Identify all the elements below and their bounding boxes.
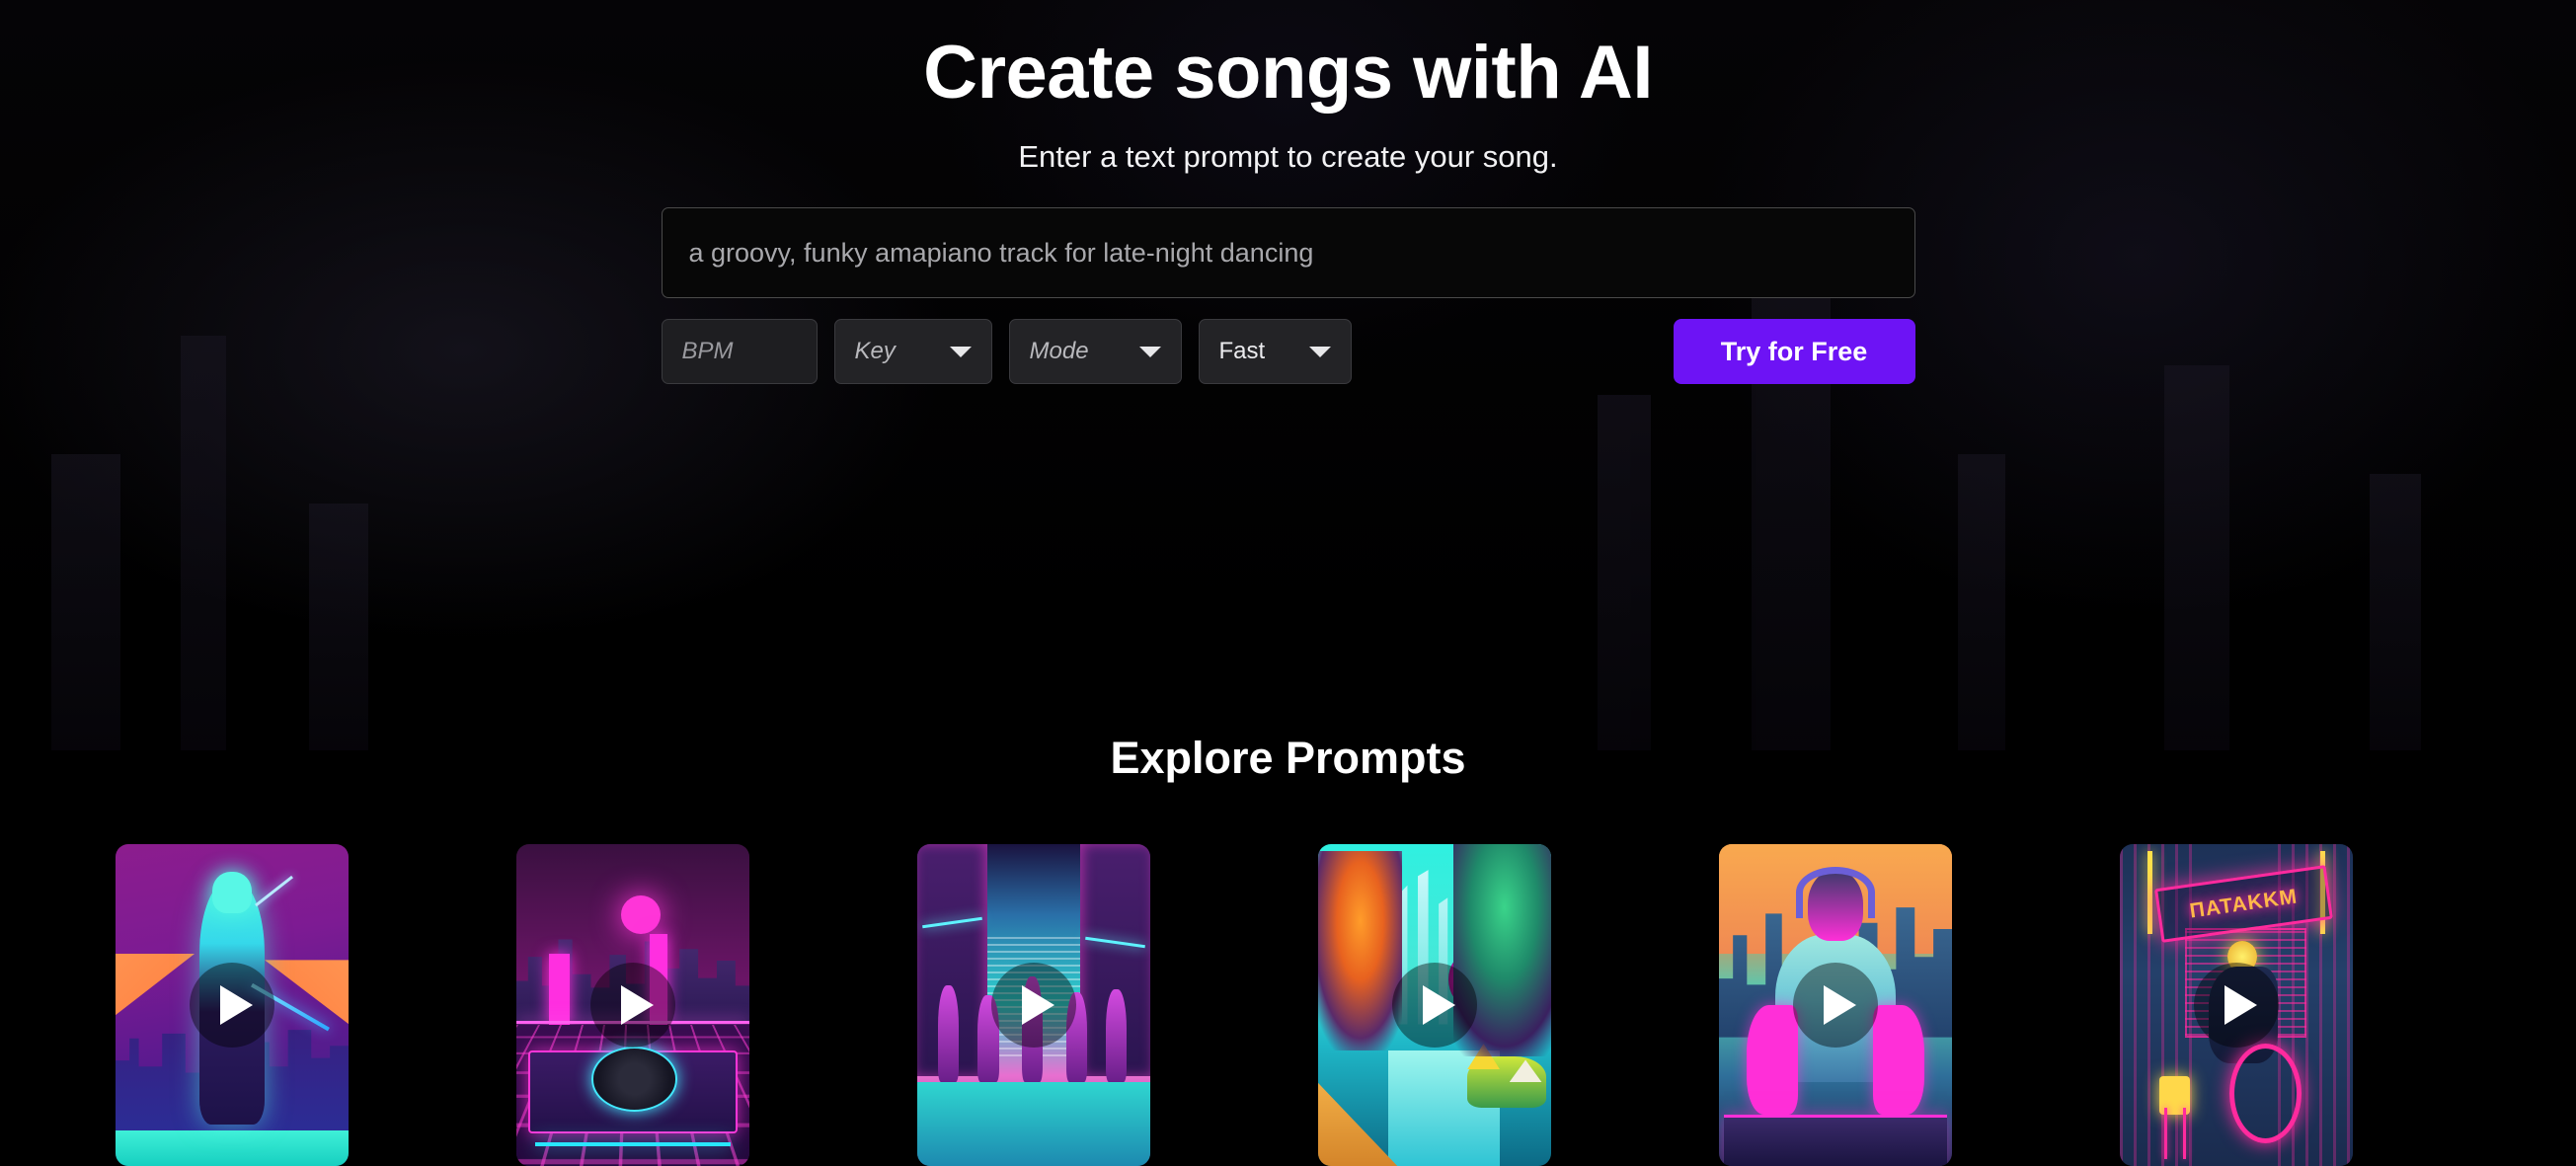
explore-prompts-title: Explore Prompts <box>1110 733 1466 783</box>
chevron-down-icon <box>949 346 972 357</box>
prompt-form: Key Mode Fast Try for Free <box>661 207 1915 384</box>
card-artwork <box>116 844 349 1166</box>
card-artwork <box>1318 844 1551 1166</box>
prompt-controls: Key Mode Fast Try for Free <box>661 319 1915 384</box>
card-artwork <box>516 844 749 1166</box>
prompt-card-tropical-canal[interactable] <box>1318 844 1551 1166</box>
prompt-card-neon-storefront[interactable]: ΠATAKKM <box>2120 844 2353 1166</box>
chevron-down-icon <box>1138 346 1161 357</box>
landing-page: Create songs with AI Enter a text prompt… <box>0 0 2576 1166</box>
speed-select[interactable]: Fast <box>1198 319 1352 384</box>
page-title: Create songs with AI <box>923 31 1653 115</box>
prompt-card-dj-performer[interactable] <box>1719 844 1952 1166</box>
neon-sign-text: ΠATAKKM <box>2187 884 2300 922</box>
prompt-card-synthwave-turntable[interactable] <box>516 844 749 1166</box>
mode-select-label: Mode <box>1029 338 1089 364</box>
key-select[interactable]: Key <box>833 319 992 384</box>
mode-select[interactable]: Mode <box>1008 319 1182 384</box>
key-select-label: Key <box>854 338 896 364</box>
card-artwork <box>917 844 1150 1166</box>
chevron-down-icon <box>1308 346 1331 357</box>
try-for-free-button[interactable]: Try for Free <box>1673 319 1915 384</box>
speed-select-label: Fast <box>1218 338 1266 364</box>
prompt-card-neon-dancers[interactable] <box>917 844 1150 1166</box>
card-artwork: ΠATAKKM <box>2120 844 2353 1166</box>
bpm-input[interactable] <box>661 319 818 384</box>
page-subtitle: Enter a text prompt to create your song. <box>1018 139 1558 174</box>
prompt-card-cyber-knight[interactable] <box>116 844 349 1166</box>
hero-section: Create songs with AI Enter a text prompt… <box>0 0 2576 384</box>
prompt-input[interactable] <box>661 207 1915 298</box>
explore-prompts-grid: ΠATAKKM <box>116 844 2353 1166</box>
card-artwork <box>1719 844 1952 1166</box>
